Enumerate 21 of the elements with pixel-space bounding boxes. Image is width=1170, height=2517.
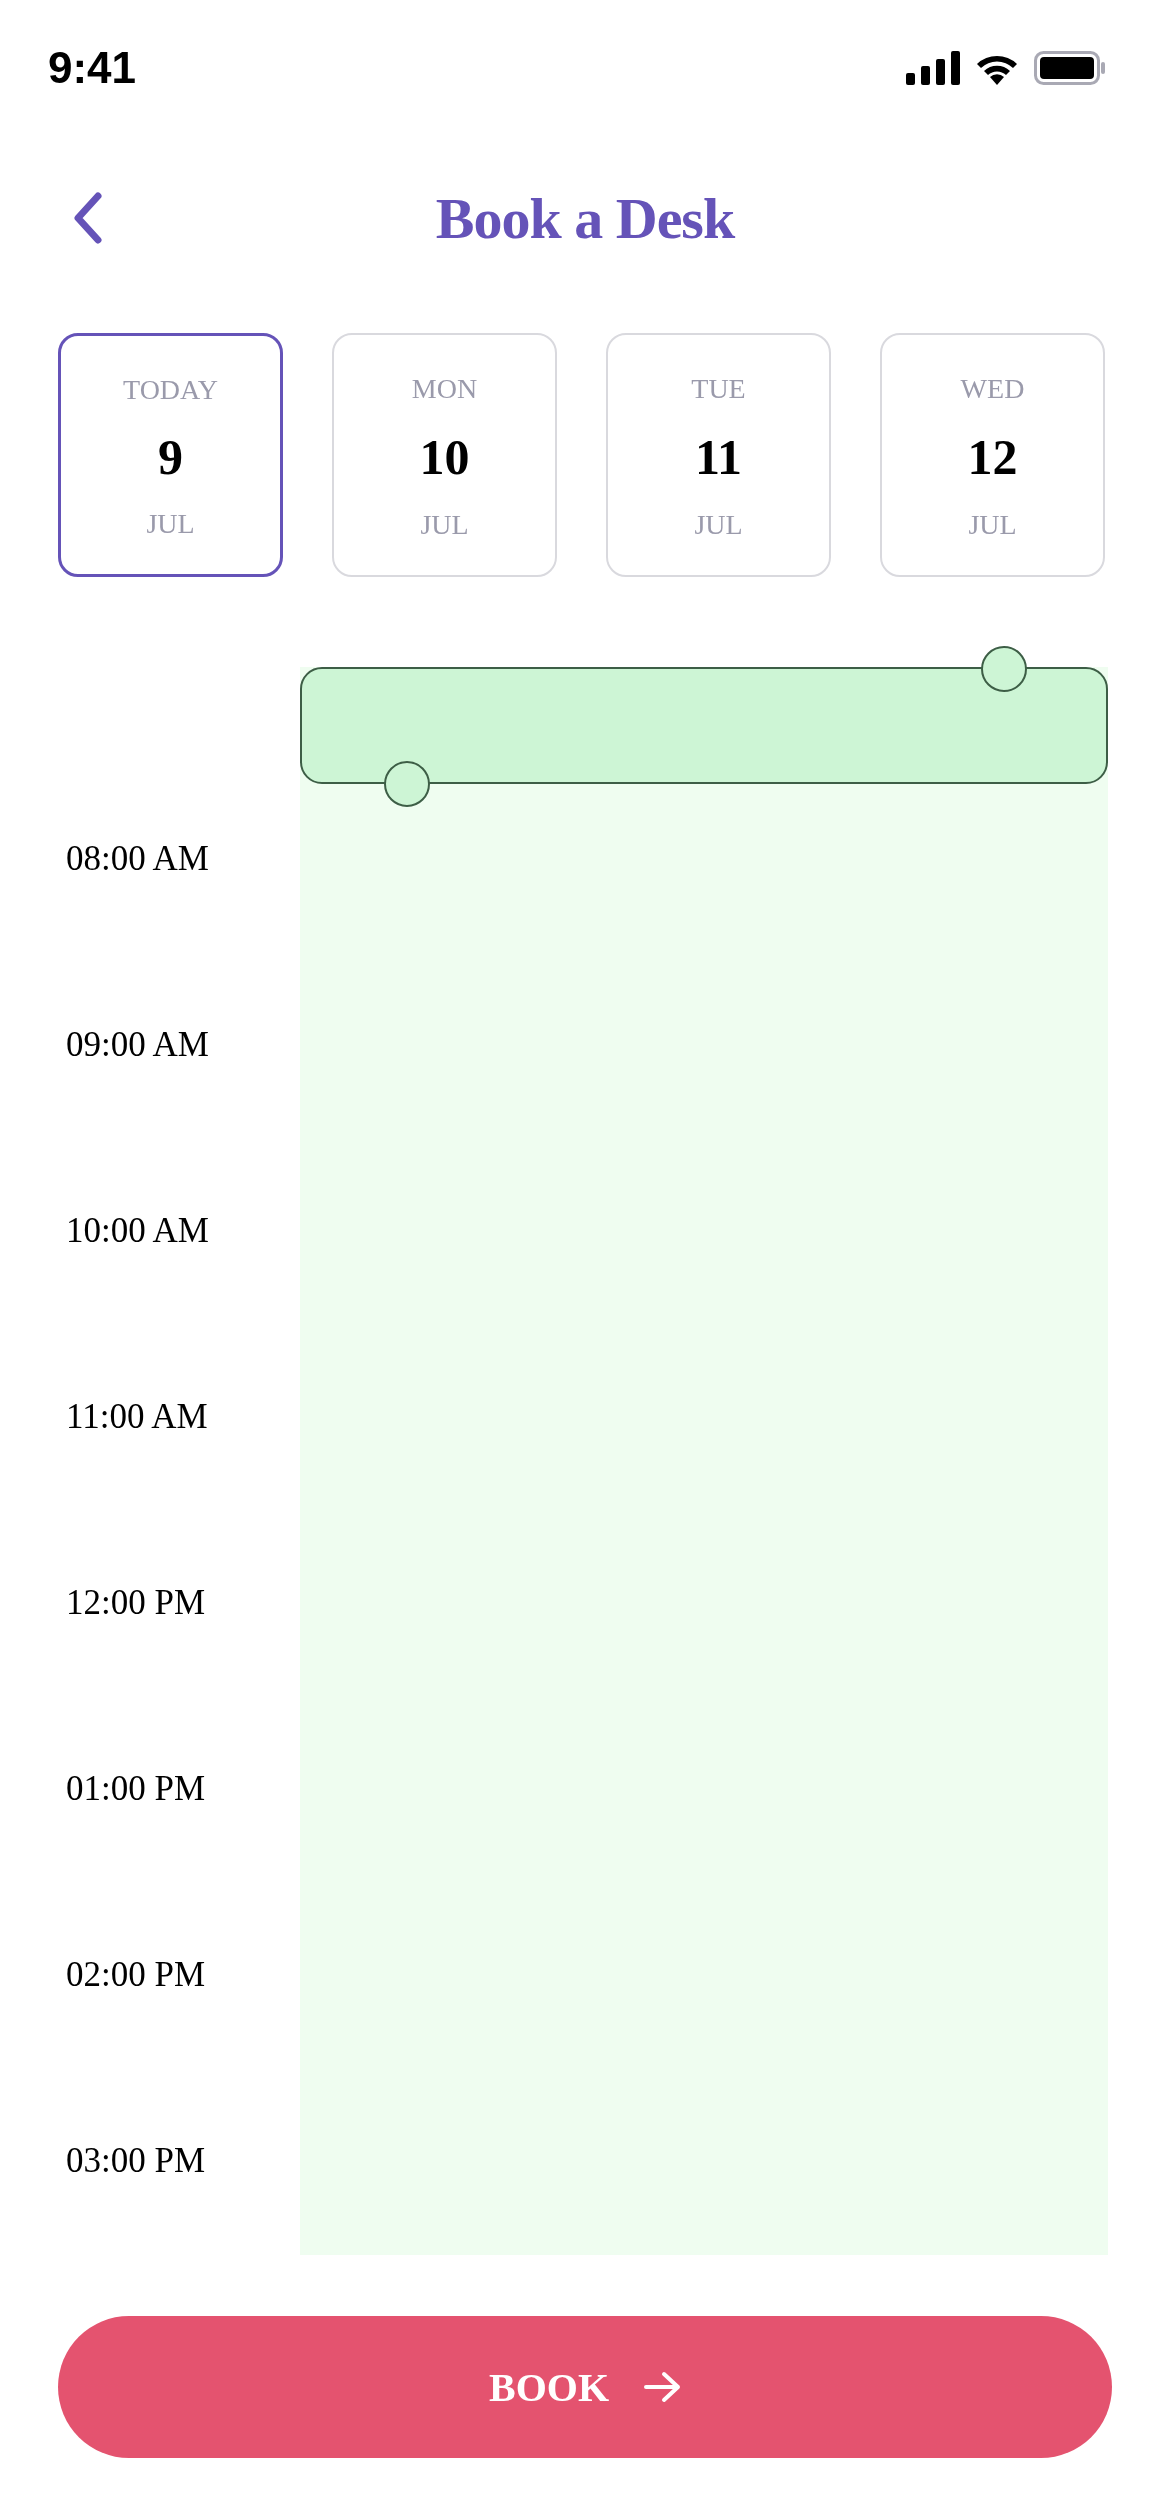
resize-handle[interactable]: [981, 646, 1027, 692]
day-card[interactable]: MON 10 JUL: [332, 333, 557, 577]
hour-label: 03:00 PM: [66, 2141, 206, 2181]
book-button[interactable]: BOOK: [58, 2316, 1112, 2458]
page-title: Book a Desk: [435, 184, 735, 252]
hour-label: 09:00 AM: [66, 1025, 209, 1065]
day-card[interactable]: TODAY 9 JUL: [58, 333, 283, 577]
arrow-right-icon: [643, 2371, 681, 2403]
day-card[interactable]: WED 12 JUL: [880, 333, 1105, 577]
day-card[interactable]: TUE 11 JUL: [606, 333, 831, 577]
selected-time-block[interactable]: [300, 667, 1108, 784]
hour-label: 01:00 PM: [66, 1769, 206, 1809]
hour-label: 12:00 PM: [66, 1583, 206, 1623]
hour-label: 11:00 AM: [66, 1397, 208, 1437]
hour-label: 02:00 PM: [66, 1955, 206, 1995]
hour-label: 08:00 AM: [66, 839, 209, 879]
resize-handle[interactable]: [384, 761, 430, 807]
signal-icon: [906, 51, 960, 85]
hour-label: 10:00 AM: [66, 1211, 209, 1251]
status-time: 9:41: [48, 43, 137, 93]
battery-icon: [1034, 51, 1106, 85]
